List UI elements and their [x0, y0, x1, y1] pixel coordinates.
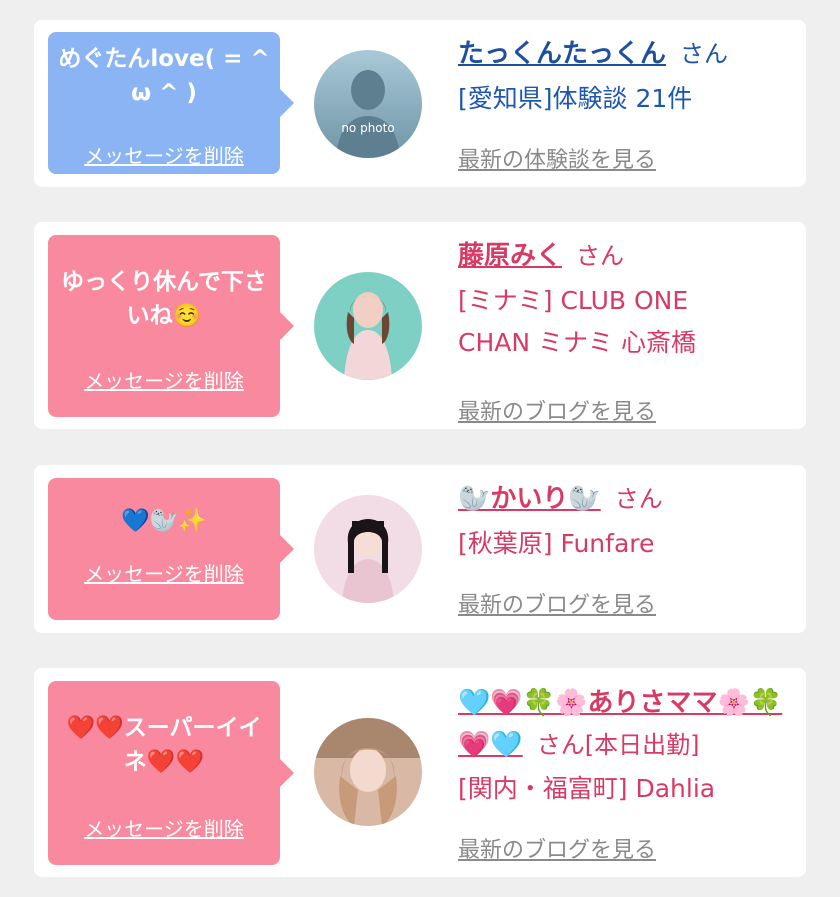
delete-message-link[interactable]: メッセージを削除 — [48, 369, 280, 393]
message-text: 💙🦭✨ — [121, 508, 207, 534]
message-bubble: ❤️❤️スーパーイイネ❤️❤️ メッセージを削除 — [48, 681, 294, 865]
profile-photo-icon — [314, 718, 422, 826]
message-card: めぐたんlove( = ^ ω ^ ) メッセージを削除 no photo たっ… — [34, 20, 806, 187]
profile-photo-icon — [314, 272, 422, 380]
latest-blog-link[interactable]: 最新のブログを見る — [458, 394, 656, 426]
store-info: [関内・福富町] Dahlia — [458, 774, 716, 803]
message-card: ゆっくり休んで下さいね☺️ メッセージを削除 藤原みく さん [ミナミ] CLUB… — [34, 222, 806, 429]
latest-blog-link[interactable]: 最新のブログを見る — [458, 587, 656, 619]
avatar[interactable] — [314, 718, 422, 826]
message-text: ❤️❤️スーパーイイネ❤️❤️ — [66, 715, 262, 775]
latest-blog-link[interactable]: 最新のブログを見る — [458, 832, 656, 864]
message-bubble: めぐたんlove( = ^ ω ^ ) メッセージを削除 — [48, 32, 294, 174]
sender-name-link[interactable]: 🦭かいり🦭 — [458, 484, 601, 514]
latest-review-link[interactable]: 最新の体験談を見る — [458, 142, 656, 174]
message-card: 💙🦭✨ メッセージを削除 🦭かいり🦭 さん [秋葉原] Funfare 最新のブロ… — [34, 465, 806, 633]
honorific: さん — [680, 40, 729, 68]
message-bubble: 💙🦭✨ メッセージを削除 — [48, 478, 294, 620]
store-info: [愛知県]体験談 21件 — [458, 84, 693, 113]
store-info: [秋葉原] Funfare — [458, 529, 655, 558]
delete-message-link[interactable]: メッセージを削除 — [48, 817, 280, 841]
message-bubble: ゆっくり休んで下さいね☺️ メッセージを削除 — [48, 235, 294, 417]
sender-name-link[interactable]: 藤原みく — [458, 241, 562, 271]
sender-info: 🦭かいり🦭 さん [秋葉原] Funfare 最新のブログを見る — [458, 479, 798, 618]
message-text: ゆっくり休んで下さいね☺️ — [61, 269, 267, 329]
store-info: CHAN ミナミ 心斎橋 — [458, 328, 696, 357]
message-card: ❤️❤️スーパーイイネ❤️❤️ メッセージを削除 🩵💗🍀🌸ありさママ🌸🍀💗🩵 さん… — [34, 668, 806, 877]
delete-message-link[interactable]: メッセージを削除 — [48, 144, 280, 168]
honorific: さん — [576, 242, 625, 270]
sender-info: 🩵💗🍀🌸ありさママ🌸🍀💗🩵 さん[本日出勤] [関内・福富町] Dahlia 最新… — [458, 682, 798, 863]
message-text: めぐたんlove( = ^ ω ^ ) — [58, 46, 270, 106]
sender-info: 藤原みく さん [ミナミ] CLUB ONE CHAN ミナミ 心斎橋 最新のブロ… — [458, 236, 798, 425]
store-info: [ミナミ] CLUB ONE — [458, 286, 689, 315]
delete-message-link[interactable]: メッセージを削除 — [48, 562, 280, 586]
avatar[interactable]: no photo — [314, 50, 422, 158]
avatar-label: no photo — [341, 121, 394, 135]
avatar[interactable] — [314, 272, 422, 380]
avatar[interactable] — [314, 495, 422, 603]
sender-name-link[interactable]: たっくんたっくん — [458, 39, 666, 69]
sender-info: たっくんたっくん さん [愛知県]体験談 21件 最新の体験談を見る — [458, 34, 798, 173]
no-photo-avatar-icon: no photo — [314, 50, 422, 158]
honorific: さん[本日出勤] — [536, 731, 700, 759]
honorific: さん — [614, 485, 663, 513]
profile-photo-icon — [314, 495, 422, 603]
